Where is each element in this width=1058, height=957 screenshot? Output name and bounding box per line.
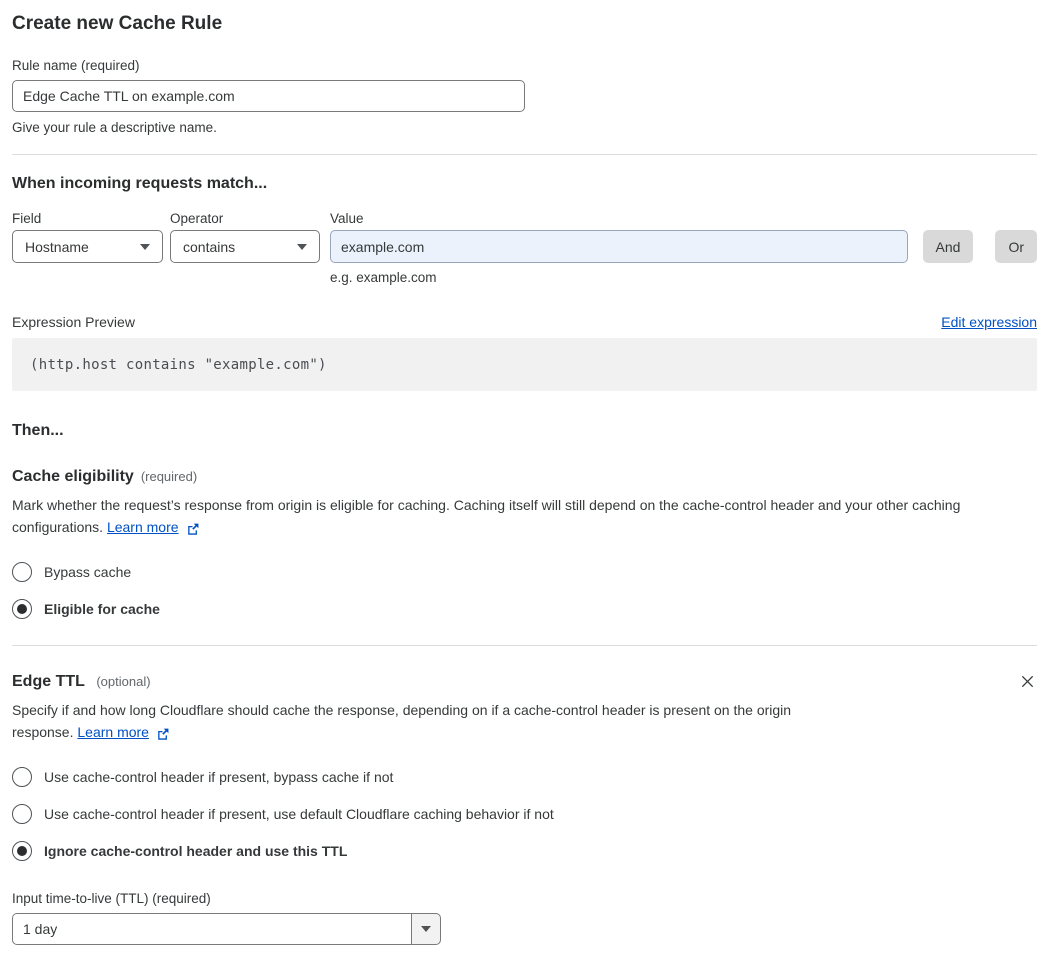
operator-select[interactable]: contains (170, 230, 320, 263)
radio-label: Eligible for cache (44, 601, 160, 617)
ttl-combobox (12, 913, 441, 945)
radio-circle-checked[interactable] (12, 599, 32, 619)
radio-option-use-header-bypass[interactable]: Use cache-control header if present, byp… (12, 767, 1037, 787)
then-heading: Then... (12, 422, 64, 439)
chevron-down-icon (297, 243, 307, 250)
radio-circle[interactable] (12, 562, 32, 582)
radio-label: Ignore cache-control header and use this… (44, 843, 348, 859)
rule-name-input[interactable] (12, 80, 525, 112)
radio-label: Use cache-control header if present, byp… (44, 769, 394, 785)
external-link-icon (187, 523, 198, 535)
edge-ttl-heading-row: Edge TTL (optional) (12, 671, 1037, 692)
cache-eligibility-qualifier: (required) (140, 469, 198, 484)
operator-label: Operator (170, 211, 224, 226)
edge-ttl-description: Specify if and how long Cloudflare shoul… (12, 700, 852, 743)
radio-circle[interactable] (12, 804, 32, 824)
ttl-input-label: Input time-to-live (TTL) (required) (12, 891, 211, 906)
radio-label: Bypass cache (44, 564, 132, 580)
edge-ttl-heading: Edge TTL (12, 673, 85, 690)
operator-select-value: contains (183, 238, 236, 255)
cache-eligibility-learn-more-link[interactable]: Learn more (107, 517, 200, 539)
external-link-icon (158, 728, 169, 740)
or-button[interactable]: Or (995, 230, 1037, 263)
radio-circle[interactable] (12, 767, 32, 787)
edit-expression-link[interactable]: Edit expression (941, 314, 1037, 330)
learn-more-label: Learn more (106, 518, 179, 535)
close-icon (1021, 675, 1034, 688)
expression-preview-label: Expression Preview (12, 314, 135, 330)
chevron-down-icon (421, 926, 431, 932)
ttl-dropdown-button[interactable] (411, 913, 441, 945)
rule-name-help: Give your rule a descriptive name. (12, 120, 217, 135)
chevron-down-icon (140, 243, 150, 250)
expression-preview-box: (http.host contains "example.com") (12, 338, 1037, 391)
radio-circle-checked[interactable] (12, 841, 32, 861)
value-label: Value (330, 211, 364, 226)
cache-eligibility-description: Mark whether the request’s response from… (12, 495, 1037, 538)
value-help: e.g. example.com (330, 270, 437, 285)
expression-preview-row: Expression Preview Edit expression (12, 314, 1037, 330)
cache-eligibility-heading-row: Cache eligibility (required) (12, 466, 1037, 487)
edge-ttl-heading-group: Edge TTL (optional) (12, 671, 151, 692)
close-edge-ttl-button[interactable] (1018, 672, 1037, 691)
cache-eligibility-heading: Cache eligibility (12, 468, 134, 485)
rule-name-label: Rule name (required) (12, 58, 140, 73)
learn-more-label: Learn more (77, 723, 149, 740)
value-help-row: e.g. example.com (12, 270, 1037, 285)
field-label: Field (12, 211, 42, 226)
radio-label: Use cache-control header if present, use… (44, 806, 554, 822)
divider (12, 645, 1037, 646)
field-select-value: Hostname (25, 238, 89, 255)
radio-option-eligible-for-cache[interactable]: Eligible for cache (12, 599, 1037, 619)
match-labels-row: Field Operator Value (12, 210, 1037, 227)
expression-code: (http.host contains "example.com") (30, 356, 327, 373)
radio-option-use-header-default[interactable]: Use cache-control header if present, use… (12, 804, 1037, 824)
create-cache-rule-form: Create new Cache Rule Rule name (require… (0, 0, 1058, 957)
match-section-heading: When incoming requests match... (12, 175, 268, 192)
divider (12, 154, 1037, 155)
edge-ttl-qualifier: (optional) (96, 674, 151, 689)
and-button[interactable]: And (922, 230, 974, 263)
radio-option-bypass-cache[interactable]: Bypass cache (12, 562, 1037, 582)
field-select[interactable]: Hostname (12, 230, 163, 263)
ttl-value-input[interactable] (12, 913, 411, 945)
match-fields-row: Hostname contains And Or (12, 230, 1037, 263)
page-title: Create new Cache Rule (12, 13, 223, 34)
edge-ttl-learn-more-link[interactable]: Learn more (77, 722, 170, 744)
value-input[interactable] (330, 230, 908, 263)
radio-option-ignore-header-use-ttl[interactable]: Ignore cache-control header and use this… (12, 841, 1037, 861)
